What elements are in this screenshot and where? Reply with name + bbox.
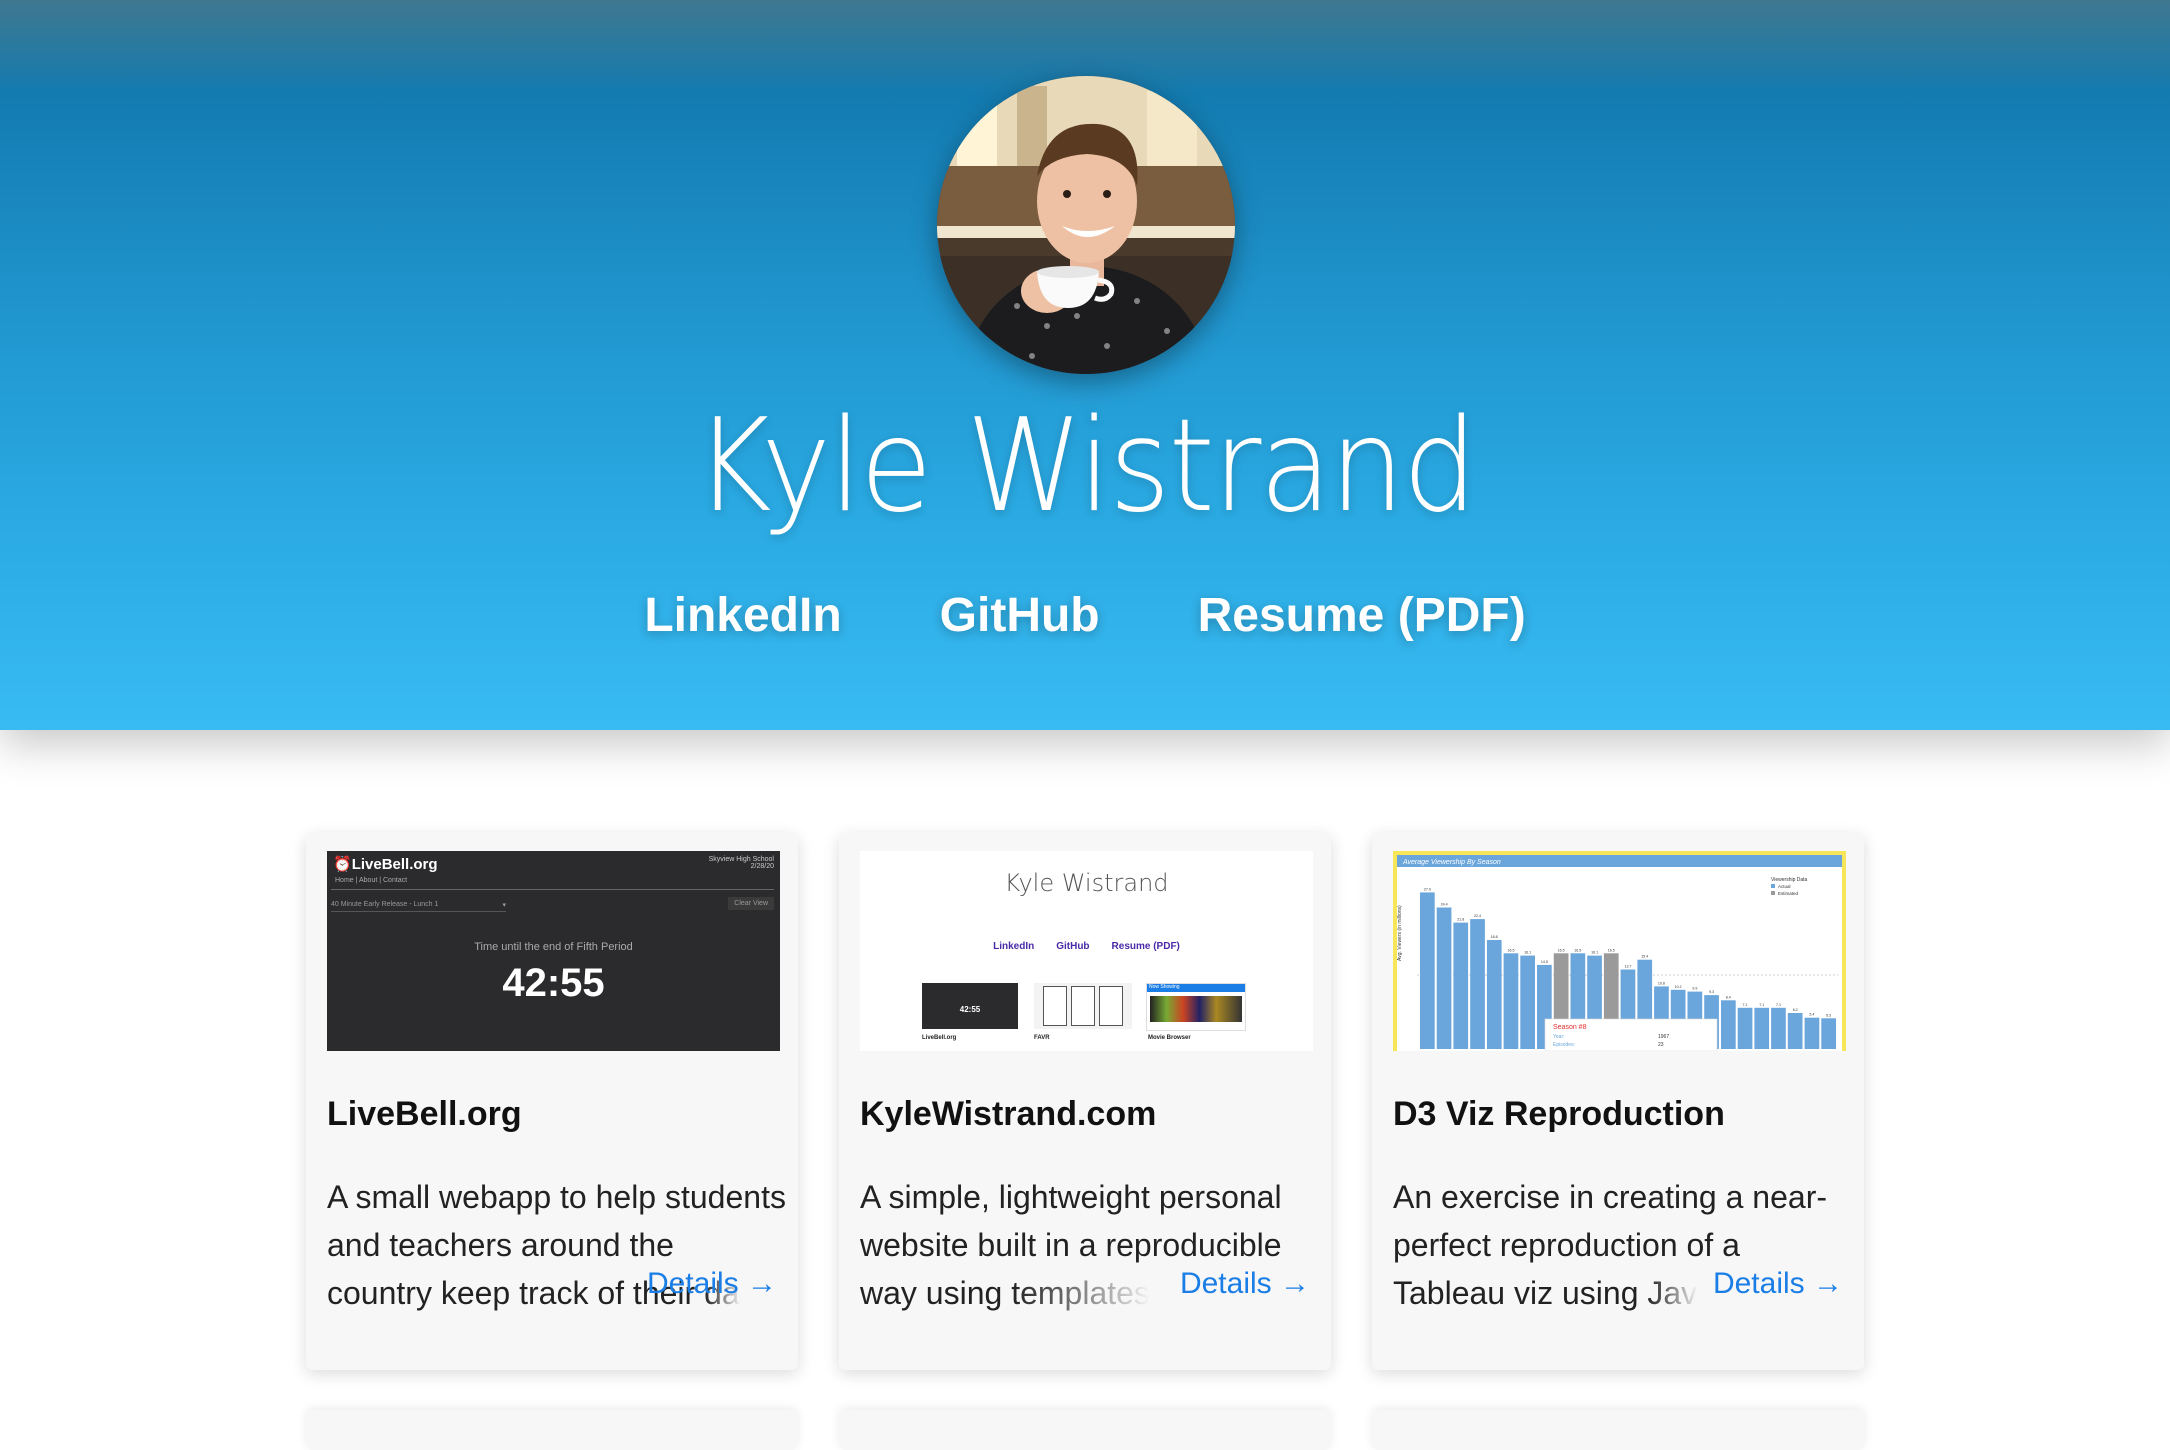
bar-value-label: 18.8 xyxy=(1491,935,1498,939)
bar-value-label: 16.5 xyxy=(1574,948,1581,952)
bar-value-label: 22.4 xyxy=(1474,914,1481,918)
mini-caption-favr: FAVR xyxy=(1034,1035,1050,1041)
project-thumbnail: Average Viewership By Season Avg. Viewer… xyxy=(1393,851,1846,1051)
mini-caption-movie: Movie Browser xyxy=(1148,1035,1191,1041)
page-title: Kyle Wistrand xyxy=(694,392,1477,541)
livebell-nav: Home | About | Contact xyxy=(335,877,408,884)
y-axis-label: Avg. Viewers (in millions) xyxy=(1397,905,1403,961)
bar-value-label: 16.5 xyxy=(1558,948,1565,952)
bar-value-label: 14.5 xyxy=(1541,960,1548,964)
social-links: LinkedIn GitHub Resume (PDF) xyxy=(0,588,2170,643)
bar-value-label: 16.5 xyxy=(1508,948,1515,952)
legend-estimated: Estimated xyxy=(1778,891,1799,896)
bar-value-label: 27.0 xyxy=(1424,887,1431,891)
project-card-livebell[interactable]: ⏰LiveBell.org Home | About | Contact Sky… xyxy=(306,833,798,1370)
bar-value-label: 10.2 xyxy=(1675,985,1682,989)
chart-bar xyxy=(1520,955,1535,1049)
mini-caption-livebell: LiveBell.org xyxy=(922,1035,957,1041)
details-link[interactable]: Details → xyxy=(647,1267,777,1301)
bar-value-label: 21.8 xyxy=(1457,918,1464,922)
chart-bar xyxy=(1486,940,1502,1049)
linkedin-link[interactable]: LinkedIn xyxy=(644,588,841,643)
chart-bar xyxy=(1804,1017,1820,1049)
bar-value-label: 9.9 xyxy=(1692,987,1697,991)
bar-value-label: 16.5 xyxy=(1608,948,1615,952)
bar-value-label: 5.4 xyxy=(1809,1013,1814,1017)
mini-links: LinkedIn GitHub Resume (PDF) xyxy=(993,941,1180,952)
countdown-timer: 42:55 xyxy=(502,961,605,1005)
resume-link[interactable]: Resume (PDF) xyxy=(1198,588,1526,643)
tooltip-title: Season #8 xyxy=(1553,1024,1587,1031)
schedule-select: 40 Minute Early Release - Lunch 1 ▾ xyxy=(331,901,506,912)
chart-bar xyxy=(1754,1007,1770,1049)
details-link[interactable]: Details → xyxy=(1180,1267,1310,1301)
chart-bar xyxy=(1503,953,1519,1049)
chart-bar xyxy=(1453,922,1469,1049)
project-card-partial[interactable] xyxy=(839,1410,1331,1450)
details-link[interactable]: Details → xyxy=(1713,1267,1843,1301)
bar-value-label: 24.4 xyxy=(1441,903,1448,907)
project-card-d3viz[interactable]: Average Viewership By Season Avg. Viewer… xyxy=(1372,833,1864,1370)
tooltip-label-episodes: Episodes: xyxy=(1553,1042,1575,1048)
chart-bar xyxy=(1721,1000,1736,1049)
legend-actual: Actual xyxy=(1778,884,1791,889)
chart-bar xyxy=(1420,892,1435,1049)
project-card-partial[interactable] xyxy=(306,1410,798,1450)
livebell-screenshot: ⏰LiveBell.org Home | About | Contact Sky… xyxy=(327,851,780,1051)
bar-value-label: 13.7 xyxy=(1625,965,1632,969)
hero-header: Kyle Wistrand LinkedIn GitHub Resume (PD… xyxy=(0,0,2170,730)
livebell-school: Skyview High School 2/28/20 xyxy=(708,856,774,870)
bar-value-label: 10.8 xyxy=(1658,981,1665,985)
d3-viz-screenshot: Average Viewership By Season Avg. Viewer… xyxy=(1393,851,1846,1051)
bar-value-label: 7.1 xyxy=(1743,1003,1748,1007)
legend-title: Viewership Data xyxy=(1771,877,1808,883)
github-link[interactable]: GitHub xyxy=(940,588,1100,643)
bar-value-label: 8.4 xyxy=(1726,995,1731,999)
profile-photo xyxy=(937,76,1235,374)
period-caption: Time until the end of Fifth Period xyxy=(474,941,633,953)
bar-value-label: 6.2 xyxy=(1793,1008,1798,1012)
legend-swatch-actual xyxy=(1771,884,1775,888)
chart-bar xyxy=(1737,1007,1753,1049)
mini-movie-shot: Now Showing xyxy=(1146,983,1246,1031)
bar-value-label: 15.4 xyxy=(1641,955,1648,959)
bar-value-label: 5.3 xyxy=(1826,1013,1831,1017)
project-card-partial[interactable] xyxy=(1372,1410,1864,1450)
card-title: KyleWistrand.com xyxy=(860,1095,1157,1133)
tooltip-value-episodes: 23 xyxy=(1658,1042,1664,1048)
chart-bar xyxy=(1436,907,1452,1049)
kylewistrand-screenshot: Kyle Wistrand LinkedIn GitHub Resume (PD… xyxy=(860,851,1313,1051)
bar-value-label: 9.3 xyxy=(1709,990,1714,994)
chart-bar xyxy=(1821,1018,1836,1049)
tooltip-value-year: 1967 xyxy=(1658,1034,1669,1040)
legend-swatch-estimated xyxy=(1771,891,1775,895)
project-card-kylewistrand[interactable]: Kyle Wistrand LinkedIn GitHub Resume (PD… xyxy=(839,833,1331,1370)
mini-favr-shot xyxy=(1034,983,1132,1029)
clear-view-button: Clear View xyxy=(728,897,774,910)
project-thumbnail: Kyle Wistrand LinkedIn GitHub Resume (PD… xyxy=(860,851,1313,1051)
livebell-logo: ⏰LiveBell.org xyxy=(333,856,438,873)
chart-bar xyxy=(1771,1007,1786,1049)
bar-value-label: 16.1 xyxy=(1524,951,1531,955)
bar-value-label: 16.1 xyxy=(1591,951,1598,955)
tooltip-label-year: Year: xyxy=(1553,1034,1565,1040)
mini-livebell-shot: 42:55 xyxy=(922,983,1018,1029)
project-thumbnail: ⏰LiveBell.org Home | About | Contact Sky… xyxy=(327,851,780,1051)
chart-bar xyxy=(1787,1013,1803,1049)
card-title: LiveBell.org xyxy=(327,1095,522,1133)
chart-title: Average Viewership By Season xyxy=(1402,859,1501,866)
card-title: D3 Viz Reproduction xyxy=(1393,1095,1725,1133)
divider xyxy=(331,889,774,890)
chart-bar xyxy=(1470,919,1485,1049)
mini-title: Kyle Wistrand xyxy=(1004,869,1169,897)
bar-value-label: 7.1 xyxy=(1759,1003,1764,1007)
bar-value-label: 7.1 xyxy=(1776,1003,1781,1007)
viewership-chart: Average Viewership By Season Avg. Viewer… xyxy=(1397,855,1842,1051)
profile-avatar xyxy=(937,76,1235,374)
